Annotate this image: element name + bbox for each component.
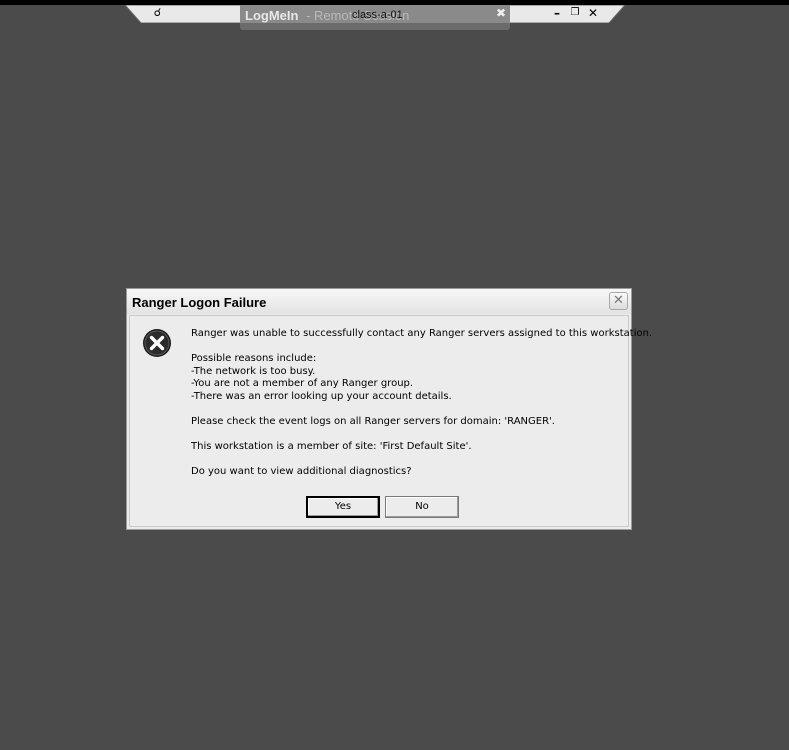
message-line: -You are not a member of any Ranger grou…: [191, 378, 414, 389]
yes-button[interactable]: Yes: [306, 496, 380, 518]
message-line: Possible reasons include:: [191, 353, 317, 364]
host-name: class-a-01: [352, 9, 403, 21]
error-icon: [143, 329, 171, 357]
message-line: Ranger was unable to successfully contac…: [191, 328, 653, 339]
close-icon[interactable]: ✕: [586, 5, 600, 21]
message-line: This workstation is a member of site: 'F…: [191, 440, 472, 452]
ranger-logon-failure-dialog: Ranger Logon Failure ✕ Ranger was unable…: [126, 288, 652, 530]
dialog-close-button[interactable]: ✕: [609, 292, 628, 310]
dialog-message: Ranger was unable to successfully contac…: [191, 328, 652, 478]
dialog-titlebar[interactable]: Ranger Logon Failure ✕: [127, 289, 631, 314]
message-line: -There was an error looking up your acco…: [191, 390, 452, 402]
dialog-body: Ranger was unable to successfully contac…: [129, 315, 652, 527]
no-button[interactable]: No: [385, 496, 459, 518]
message-line: Do you want to view additional diagnosti…: [191, 465, 412, 477]
close-icon[interactable]: ✖: [496, 6, 506, 20]
restore-icon[interactable]: ❐: [568, 5, 582, 21]
message-line: Please check the event logs on all Range…: [191, 415, 555, 427]
logmein-session-tab: LogMeIn - Remote Session class-a-01 ✖: [240, 5, 510, 30]
pin-icon[interactable]: ☌: [151, 6, 164, 19]
message-line: -The network is too busy.: [191, 365, 316, 377]
logmein-brand: LogMeIn: [245, 8, 299, 23]
minimize-icon[interactable]: –: [550, 5, 564, 21]
dialog-title: Ranger Logon Failure: [132, 295, 267, 310]
